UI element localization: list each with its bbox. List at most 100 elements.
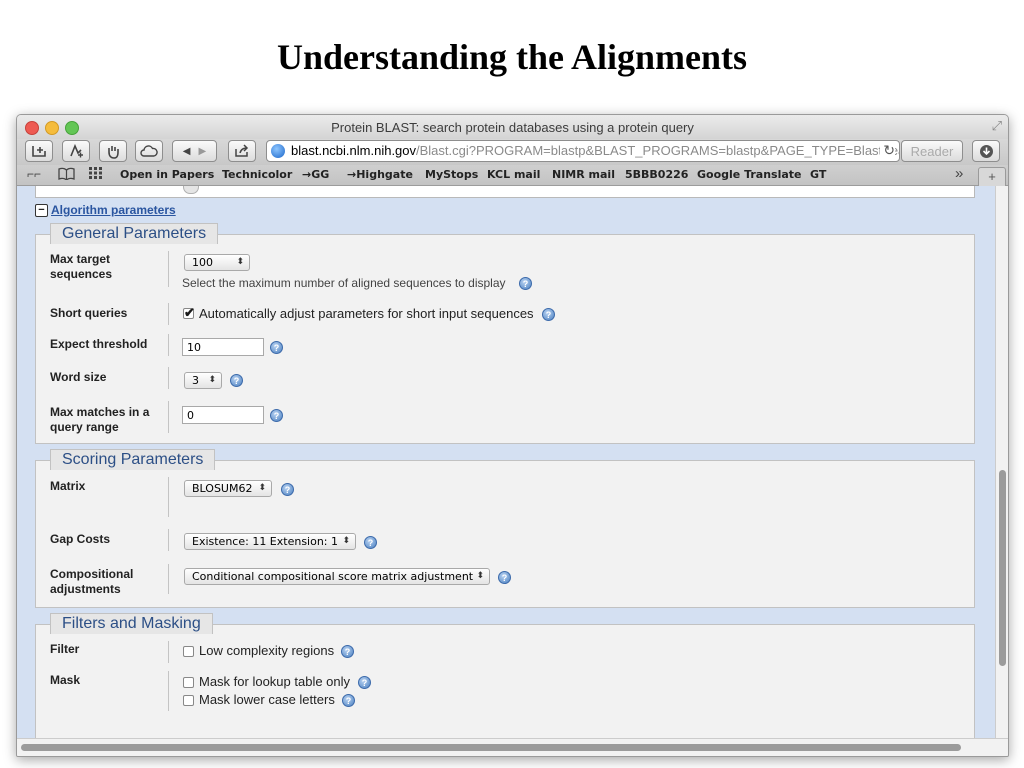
divider <box>168 251 169 287</box>
hand-extension-button[interactable] <box>99 140 127 162</box>
url-path: /Blast.cgi?PROGRAM=blastp&BLAST_PROGRAMS… <box>416 143 900 158</box>
share-button[interactable] <box>228 140 256 162</box>
bookmark-item[interactable]: Technicolor <box>222 168 292 181</box>
bookmarks-book-icon[interactable] <box>58 167 75 183</box>
bookmark-item[interactable]: NIMR mail <box>552 168 615 181</box>
mask-lower-checkbox[interactable] <box>183 695 194 706</box>
max-target-label: Max target sequences <box>50 252 113 281</box>
vertical-scroll-thumb[interactable] <box>999 470 1006 666</box>
short-queries-checkbox[interactable]: ✔ <box>183 305 195 320</box>
compositional-value: Conditional compositional score matrix a… <box>192 570 474 583</box>
page-viewport: − Algorithm parameters Max target sequen… <box>17 186 1008 738</box>
address-bar[interactable]: blast.ncbi.nlm.nih.gov/Blast.cgi?PROGRAM… <box>266 140 900 162</box>
select-arrows-icon: ⬍ <box>342 536 350 546</box>
word-size-label: Word size <box>50 370 107 384</box>
bookmark-item[interactable]: →Highgate <box>347 168 413 181</box>
downloads-button[interactable] <box>972 140 1000 162</box>
gap-costs-select[interactable]: Existence: 11 Extension: 1 ⬍ <box>184 533 356 550</box>
previous-section-edge <box>35 186 975 198</box>
reading-list-icon[interactable]: ⌐⌐ <box>27 167 41 181</box>
compositional-select[interactable]: Conditional compositional score matrix a… <box>184 568 490 585</box>
filters-masking-section: Filter Low complexity regions ? Mask Mas… <box>35 624 975 738</box>
max-target-note: Select the maximum number of aligned seq… <box>182 276 506 290</box>
scoring-parameters-heading: Scoring Parameters <box>50 449 216 470</box>
browser-window: Protein BLAST: search protein databases … <box>16 114 1009 757</box>
mask-label: Mask <box>50 673 81 687</box>
max-matches-input[interactable]: 0 <box>182 406 264 424</box>
select-arrows-icon: ⬍ <box>208 375 216 385</box>
short-queries-label: Short queries <box>50 306 128 320</box>
checkmark-icon: ✔ <box>184 305 195 320</box>
papers-icon <box>70 144 83 158</box>
mask-lookup-checkbox[interactable] <box>183 677 194 688</box>
share-icon <box>235 144 249 157</box>
help-icon[interactable]: ? <box>364 536 377 549</box>
vertical-scrollbar[interactable] <box>995 186 1008 738</box>
reload-icon[interactable]: ↻ <box>880 142 895 159</box>
back-forward-buttons[interactable]: ◀ ▶ <box>172 140 217 162</box>
max-target-select[interactable]: 100 ⬍ <box>184 254 250 271</box>
divider <box>168 367 169 389</box>
low-complexity-checkbox[interactable] <box>183 646 194 657</box>
matrix-label: Matrix <box>50 479 86 493</box>
bookmark-item[interactable]: MyStops <box>425 168 478 181</box>
gap-costs-value: Existence: 11 Extension: 1 <box>192 535 339 548</box>
help-icon[interactable]: ? <box>519 277 532 290</box>
general-parameters-section: Max target sequences 100 ⬍ Select the ma… <box>35 234 975 444</box>
max-target-value: 100 <box>192 256 213 269</box>
horizontal-scroll-thumb[interactable] <box>21 744 961 751</box>
bookmark-item[interactable]: Open in Papers <box>120 168 214 181</box>
short-queries-option: Automatically adjust parameters for shor… <box>199 306 534 321</box>
cloud-button[interactable] <box>135 140 163 162</box>
select-arrows-icon: ⬍ <box>258 483 266 493</box>
top-sites-grid-icon[interactable] <box>89 167 103 182</box>
expect-threshold-input[interactable]: 10 <box>182 338 264 356</box>
help-icon[interactable]: ? <box>342 694 355 707</box>
reader-button[interactable]: Reader <box>901 140 963 162</box>
divider <box>168 334 169 356</box>
papers-extension-button[interactable] <box>62 140 90 162</box>
bookmark-item[interactable]: KCL mail <box>487 168 540 181</box>
algorithm-parameters-link[interactable]: Algorithm parameters <box>51 203 176 217</box>
bookmark-item[interactable]: 5BBB0226 <box>625 168 688 181</box>
low-complexity-label: Low complexity regions <box>199 643 335 658</box>
add-bookmark-icon <box>32 146 46 157</box>
help-icon[interactable]: ? <box>230 374 243 387</box>
hand-icon <box>108 145 119 159</box>
window-title: Protein BLAST: search protein databases … <box>331 120 694 135</box>
matrix-value: BLOSUM62 <box>192 482 253 495</box>
horizontal-scrollbar[interactable] <box>17 738 1008 756</box>
help-icon[interactable]: ? <box>341 645 354 658</box>
bookmark-item[interactable]: Google Translate <box>697 168 802 181</box>
filters-masking-heading: Filters and Masking <box>50 613 213 634</box>
fullscreen-icon[interactable]: ⤢ <box>992 118 1002 134</box>
select-arrows-icon: ⬍ <box>476 571 484 581</box>
matrix-select[interactable]: BLOSUM62 ⬍ <box>184 480 272 497</box>
mask-lookup-label: Mask for lookup table only <box>199 674 351 689</box>
bookmark-item[interactable]: GT <box>810 168 826 181</box>
url-text: blast.ncbi.nlm.nih.gov/Blast.cgi?PROGRAM… <box>291 143 900 158</box>
divider <box>168 564 169 594</box>
forward-arrow-icon[interactable]: ▶ <box>199 146 207 157</box>
word-size-select[interactable]: 3 ⬍ <box>184 372 222 389</box>
divider <box>168 529 169 551</box>
help-icon[interactable]: ? <box>498 571 511 584</box>
divider <box>168 477 169 517</box>
help-icon[interactable]: ? <box>542 308 555 321</box>
help-icon[interactable]: ? <box>270 409 283 422</box>
more-bookmarks-icon[interactable]: » <box>955 165 963 182</box>
select-arrows-icon: ⬍ <box>236 257 244 267</box>
help-icon[interactable]: ? <box>270 341 283 354</box>
filter-label: Filter <box>50 642 80 656</box>
add-bookmark-button[interactable] <box>25 140 53 162</box>
collapse-toggle-icon[interactable]: − <box>35 204 48 217</box>
new-tab-button[interactable]: + <box>978 167 1006 187</box>
cloud-icon <box>140 145 158 157</box>
help-icon[interactable]: ? <box>358 676 371 689</box>
help-icon[interactable]: ? <box>281 483 294 496</box>
title-bar: Protein BLAST: search protein databases … <box>17 115 1008 139</box>
back-arrow-icon[interactable]: ◀ <box>183 146 191 157</box>
scoring-parameters-section: Matrix BLOSUM62 ⬍ ? Gap Costs Existence:… <box>35 460 975 608</box>
general-parameters-heading: General Parameters <box>50 223 219 244</box>
bookmark-item[interactable]: →GG <box>302 168 329 181</box>
